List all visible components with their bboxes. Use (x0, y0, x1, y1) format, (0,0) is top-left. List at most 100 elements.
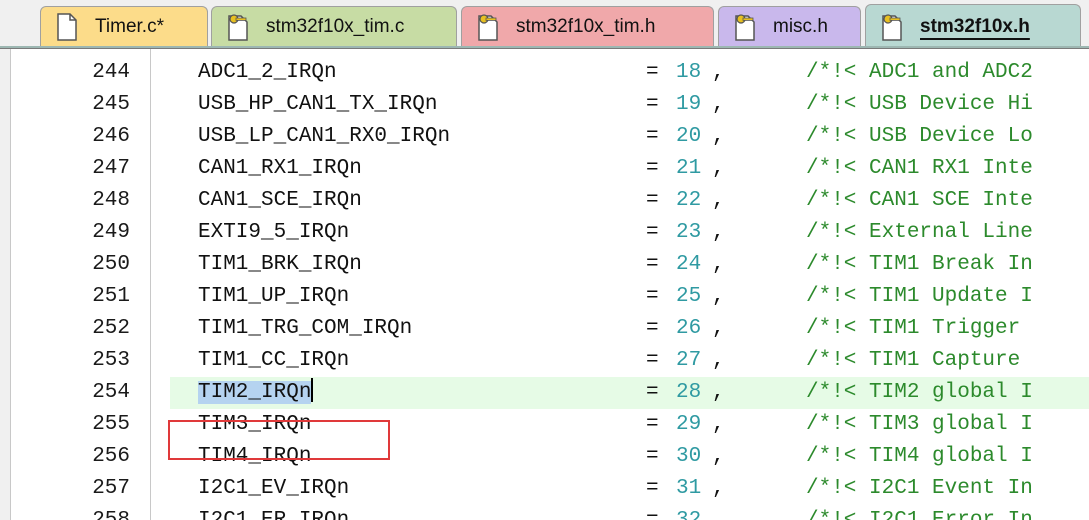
enum-value: 30 (676, 445, 702, 468)
tab-misc-h[interactable]: misc.h (718, 6, 861, 46)
enum-identifier[interactable]: CAN1_SCE_IRQn (198, 185, 362, 217)
header-file-key-icon (478, 13, 498, 41)
enum-identifier[interactable]: I2C1_ER_IRQn (198, 505, 349, 520)
code-line[interactable]: 251 TIM1_UP_IRQn = 25, /*!< TIM1 Update I (0, 281, 1089, 313)
enum-identifier[interactable]: TIM4_IRQn (198, 441, 311, 473)
doc-comment: /*!< USB Device Lo (806, 125, 1033, 148)
enum-value: 31 (676, 477, 702, 500)
assign-operator: = (646, 445, 659, 468)
header-file-key-icon (735, 13, 755, 41)
assign-operator: = (646, 349, 659, 372)
doc-comment: /*!< TIM1 Update I (806, 285, 1033, 308)
line-number: 244 (92, 61, 130, 84)
doc-comment: /*!< I2C1 Error In (806, 505, 1033, 520)
comma: , (712, 285, 725, 308)
enum-value: 25 (676, 285, 702, 308)
doc-comment: /*!< USB Device Hi (806, 93, 1033, 116)
assign-operator: = (646, 61, 659, 84)
assign-operator: = (646, 93, 659, 116)
assign-operator: = (646, 477, 659, 500)
selected-text[interactable]: TIM2_IRQn (198, 381, 312, 404)
comma: , (712, 189, 725, 212)
code-line[interactable]: 252 TIM1_TRG_COM_IRQn = 26, /*!< TIM1 Trigge… (0, 313, 1089, 345)
header-file-key-icon (228, 13, 248, 41)
code-line[interactable]: 250 TIM1_BRK_IRQn = 24, /*!< TIM1 Break In (0, 249, 1089, 281)
code-line[interactable]: 246 USB_LP_CAN1_RX0_IRQn = 20, /*!< USB Devi… (0, 121, 1089, 153)
code-line[interactable]: 245 USB_HP_CAN1_TX_IRQn = 19, /*!< USB Devic… (0, 89, 1089, 121)
line-number: 249 (92, 221, 130, 244)
code-line[interactable]: 254 TIM2_IRQn = 28, /*!< TIM2 global I (0, 377, 1089, 409)
assign-operator: = (646, 505, 659, 520)
line-number: 246 (92, 125, 130, 148)
line-number: 255 (92, 413, 130, 436)
tab-label: stm32f10x.h (920, 15, 1030, 37)
enum-identifier[interactable]: TIM1_UP_IRQn (198, 281, 349, 313)
assign-operator: = (646, 381, 659, 404)
enum-value: 32 (676, 505, 701, 520)
doc-comment: /*!< TIM2 global I (806, 381, 1033, 404)
comma: , (712, 317, 725, 340)
comma: , (712, 125, 725, 148)
tab-stm32f10x-h[interactable]: stm32f10x.h (865, 4, 1081, 48)
enum-identifier[interactable]: TIM1_BRK_IRQn (198, 249, 362, 281)
enum-identifier[interactable]: USB_LP_CAN1_RX0_IRQn (198, 121, 450, 153)
enum-identifier[interactable]: TIM3_IRQn (198, 409, 311, 441)
enum-value: 22 (676, 189, 702, 212)
enum-value: 20 (676, 125, 702, 148)
code-line[interactable]: 248 CAN1_SCE_IRQn = 22, /*!< CAN1 SCE Inte (0, 185, 1089, 217)
enum-value: 24 (676, 253, 702, 276)
comma: , (712, 253, 725, 276)
assign-operator: = (646, 253, 659, 276)
line-number: 258 (30, 505, 130, 520)
enum-value: 18 (676, 61, 702, 84)
assign-operator: = (646, 413, 659, 436)
doc-comment: /*!< TIM1 Capture (806, 349, 1021, 372)
line-number: 252 (92, 317, 130, 340)
enum-identifier[interactable]: USB_HP_CAN1_TX_IRQn (198, 89, 437, 121)
assign-operator: = (646, 317, 659, 340)
code-line[interactable]: 257 I2C1_EV_IRQn = 31, /*!< I2C1 Event In (0, 473, 1089, 505)
assign-operator: = (646, 221, 659, 244)
enum-identifier[interactable]: ADC1_2_IRQn (198, 57, 337, 89)
doc-comment: /*!< TIM1 Trigger (806, 317, 1021, 340)
comma: , (712, 505, 725, 520)
enum-identifier[interactable]: CAN1_RX1_IRQn (198, 153, 362, 185)
doc-comment: /*!< CAN1 SCE Inte (806, 189, 1033, 212)
code-editor[interactable]: 244 ADC1_2_IRQn = 18, /*!< ADC1 and ADC2 245 U… (0, 48, 1089, 520)
tab-bar: Timer.c* stm32f10x_tim.c stm32f10x_tim.h… (0, 0, 1089, 48)
code-line[interactable]: 247 CAN1_RX1_IRQn = 21, /*!< CAN1 RX1 Inte (0, 153, 1089, 185)
enum-identifier[interactable]: TIM2_IRQn (198, 377, 314, 409)
comma: , (712, 349, 725, 372)
tab-timer-c[interactable]: Timer.c* (40, 6, 208, 46)
code-line[interactable]: 253 TIM1_CC_IRQn = 27, /*!< TIM1 Capture (0, 345, 1089, 377)
doc-comment: /*!< External Line (806, 221, 1033, 244)
tab-label: Timer.c* (95, 15, 164, 37)
enum-identifier[interactable]: EXTI9_5_IRQn (198, 217, 349, 249)
enum-identifier[interactable]: TIM1_TRG_COM_IRQn (198, 313, 412, 345)
enum-identifier[interactable]: TIM1_CC_IRQn (198, 345, 349, 377)
assign-operator: = (646, 285, 659, 308)
code-line[interactable]: 258 I2C1_ER_IRQn = 32, /*!< I2C1 Error In (0, 505, 1089, 520)
enum-value: 23 (676, 221, 702, 244)
text-caret (311, 378, 314, 402)
tab-label: misc.h (773, 15, 828, 37)
line-number: 251 (92, 285, 130, 308)
comma: , (712, 381, 725, 404)
line-number: 254 (92, 381, 130, 404)
comma: , (712, 61, 725, 84)
code-line[interactable]: 244 ADC1_2_IRQn = 18, /*!< ADC1 and ADC2 (0, 57, 1089, 89)
line-number: 247 (92, 157, 130, 180)
line-number: 248 (92, 189, 130, 212)
doc-comment: /*!< CAN1 RX1 Inte (806, 157, 1033, 180)
tab-stm32f10x-tim-h[interactable]: stm32f10x_tim.h (461, 6, 714, 46)
header-file-key-icon (882, 13, 902, 41)
code-line[interactable]: 249 EXTI9_5_IRQn = 23, /*!< External Line (0, 217, 1089, 249)
enum-identifier[interactable]: I2C1_EV_IRQn (198, 473, 349, 505)
code-line[interactable]: 255 TIM3_IRQn = 29, /*!< TIM3 global I (0, 409, 1089, 441)
tab-stm32f10x-tim-c[interactable]: stm32f10x_tim.c (211, 6, 457, 46)
code-line[interactable]: 256 TIM4_IRQn = 30, /*!< TIM4 global I (0, 441, 1089, 473)
comma: , (712, 93, 725, 116)
line-number: 250 (92, 253, 130, 276)
assign-operator: = (646, 189, 659, 212)
enum-value: 28 (676, 381, 702, 404)
